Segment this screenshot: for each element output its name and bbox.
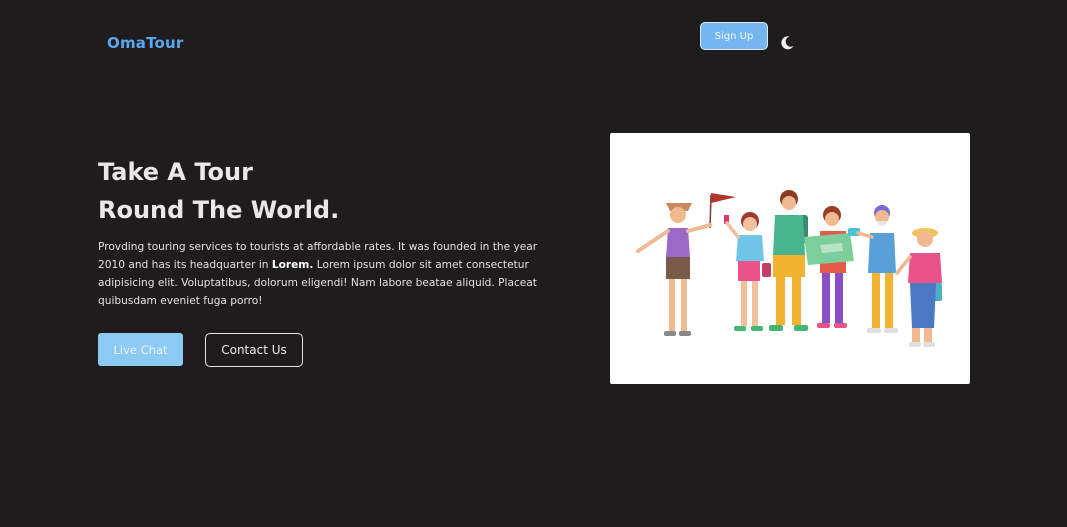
tourist-older-man xyxy=(848,205,898,333)
tourists-illustration xyxy=(610,133,970,384)
description-bold-location: Lorem. xyxy=(271,259,314,271)
hero-title-line-2: Round The World. xyxy=(98,196,340,224)
hero-title: Take A Tour Round The World. xyxy=(98,153,339,229)
live-chat-button[interactable]: Live Chat xyxy=(98,333,183,366)
tourist-with-backpack xyxy=(769,190,808,331)
tourist-with-flag xyxy=(636,193,736,336)
contact-us-button[interactable]: Contact Us xyxy=(205,333,303,367)
hero-title-line-1: Take A Tour xyxy=(98,158,253,186)
group-of-tourists-illustration xyxy=(636,190,942,347)
moon-icon[interactable] xyxy=(779,35,795,51)
brand-logo[interactable]: OmaTour xyxy=(107,34,184,52)
sign-up-button[interactable]: Sign Up xyxy=(700,22,768,50)
tourist-older-woman xyxy=(895,228,942,347)
tourist-with-phone xyxy=(724,212,771,331)
tourist-with-map xyxy=(804,206,854,328)
hero-description: Provding touring services to tourists at… xyxy=(98,238,543,310)
